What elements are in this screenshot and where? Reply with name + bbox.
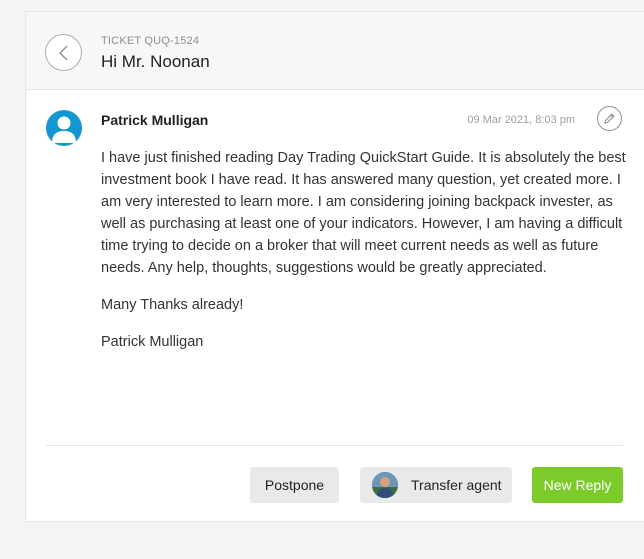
ticket-id: TICKET QUQ-1524 (101, 35, 200, 47)
message-paragraph: Many Thanks already! (101, 297, 244, 313)
message-signature: Patrick Mulligan (101, 334, 204, 350)
agent-photo (372, 472, 398, 498)
new-reply-button[interactable]: New Reply (532, 467, 623, 503)
transfer-agent-button[interactable]: Transfer agent (360, 467, 512, 503)
chevron-left-icon (58, 45, 67, 60)
agent-avatar (372, 472, 398, 498)
divider (46, 445, 623, 446)
author-avatar (46, 110, 82, 146)
edit-button[interactable] (597, 106, 622, 131)
back-button[interactable] (45, 34, 82, 71)
message-paragraph: I have just finished reading Day Trading… (101, 150, 626, 276)
ticket-subject: Hi Mr. Noonan (101, 52, 210, 71)
message-body: I have just finished reading Day Trading… (101, 147, 626, 368)
user-silhouette-icon (52, 116, 76, 143)
message-timestamp: 09 Mar 2021, 8:03 pm (467, 114, 575, 126)
message-author: Patrick Mulligan (101, 112, 209, 128)
postpone-button[interactable]: Postpone (250, 467, 339, 503)
transfer-agent-label: Transfer agent (411, 477, 502, 493)
ticket-card: TICKET QUQ-1524 Hi Mr. Noonan Patrick Mu… (25, 11, 644, 522)
pencil-icon (604, 113, 615, 124)
ticket-header: TICKET QUQ-1524 Hi Mr. Noonan (26, 12, 644, 90)
